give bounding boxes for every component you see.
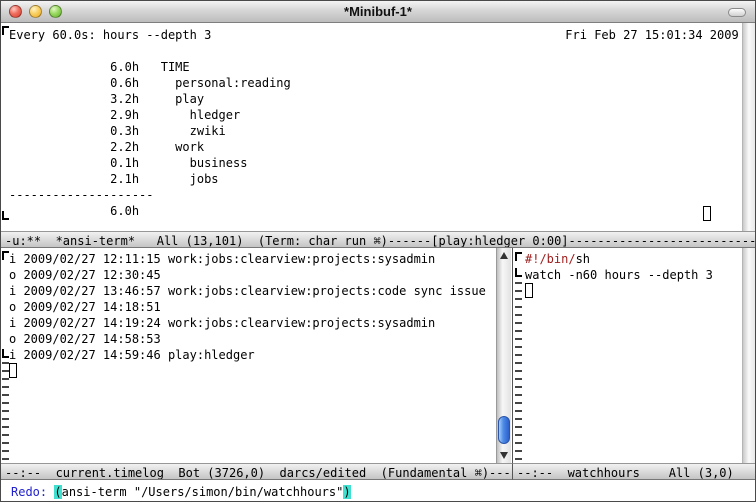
timelog-cursor	[9, 363, 17, 378]
watch-output: Every 60.0s: hours --depth 3 Fri Feb 27 …	[1, 23, 756, 219]
terminal-cursor	[703, 206, 711, 221]
timelog-scrollbar[interactable]	[496, 248, 511, 463]
watchhours-window[interactable]: #!/bin/sh watch -n60 hours --depth 3	[512, 248, 756, 463]
buffer-bottom-indicator-icon	[2, 211, 9, 220]
buffer-bottom-indicator-icon	[515, 268, 522, 277]
buffer-top-indicator-icon	[2, 251, 9, 260]
scrollbar-thumb[interactable]	[498, 416, 510, 444]
empty-lines-indicator	[515, 282, 522, 461]
buffer-top-indicator-icon	[515, 252, 522, 261]
watchhours-cursor	[525, 283, 533, 298]
redo-command: ansi-term "/Users/simon/bin/watchhours"	[62, 485, 344, 499]
scroll-down-arrow-icon[interactable]	[500, 452, 508, 459]
shebang-interpreter: sh	[576, 252, 590, 266]
title-bar[interactable]: *Minibuf-1*	[1, 1, 755, 23]
bottom-windows: i 2009/02/27 12:11:15 work:jobs:clearvie…	[1, 248, 756, 463]
timelog-window[interactable]: i 2009/02/27 12:11:15 work:jobs:clearvie…	[1, 248, 512, 463]
scroll-up-arrow-icon[interactable]	[500, 252, 508, 259]
redo-prompt: Redo:	[11, 485, 54, 499]
emacs-window: *Minibuf-1* Every 60.0s: hours --depth 3…	[0, 0, 756, 502]
top-window-scrollbar[interactable]	[742, 23, 756, 231]
modeline-ansi-term-text: -u:** *ansi-term* All (13,101) (Term: ch…	[1, 232, 755, 248]
minibuffer-text: Redo: (ansi-term "/Users/simon/bin/watch…	[1, 480, 756, 500]
empty-lines-indicator	[2, 362, 9, 461]
shebang-text: #!/bin/	[525, 252, 576, 266]
modeline-timelog-text: --:-- current.timelog Bot (3726,0) darcs…	[1, 464, 512, 480]
modeline-watchhours: --:-- watchhours All (3,0)	[512, 463, 756, 480]
minibuffer[interactable]: Redo: (ansi-term "/Users/simon/bin/watch…	[1, 480, 756, 502]
watchhours-script: #!/bin/sh watch -n60 hours --depth 3	[513, 248, 756, 283]
modeline-timelog: --:-- current.timelog Bot (3726,0) darcs…	[1, 463, 512, 480]
matched-close-paren: )	[343, 485, 350, 499]
buffer-bottom-indicator-icon	[2, 349, 9, 358]
modeline-watchhours-text: --:-- watchhours All (3,0)	[513, 464, 756, 480]
watchhours-scrollbar[interactable]	[742, 248, 756, 463]
ansi-term-window[interactable]: Every 60.0s: hours --depth 3 Fri Feb 27 …	[1, 23, 756, 231]
window-title: *Minibuf-1*	[1, 4, 755, 20]
timelog-entries: i 2009/02/27 12:11:15 work:jobs:clearvie…	[1, 248, 512, 363]
toolbar-lozenge-button[interactable]	[728, 8, 746, 17]
bottom-modelines: --:-- current.timelog Bot (3726,0) darcs…	[1, 463, 756, 480]
modeline-ansi-term: -u:** *ansi-term* All (13,101) (Term: ch…	[1, 231, 755, 248]
matched-open-paren: (	[54, 485, 61, 499]
watch-command: watch -n60 hours --depth 3	[525, 268, 713, 282]
buffer-top-indicator-icon	[2, 26, 9, 35]
